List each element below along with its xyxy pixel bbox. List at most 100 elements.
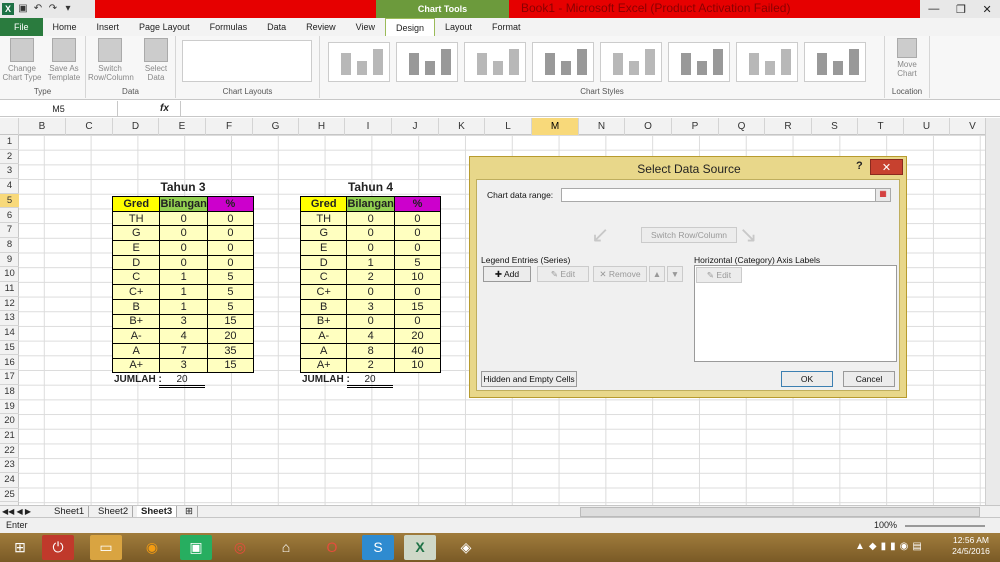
tab-data[interactable]: Data xyxy=(257,18,296,36)
table3-cell[interactable]: 15 xyxy=(206,357,255,374)
name-box[interactable]: M5 xyxy=(0,101,118,117)
tab-review[interactable]: Review xyxy=(296,18,346,36)
column-header-u[interactable]: U xyxy=(904,118,950,135)
column-header-i[interactable]: I xyxy=(345,118,392,135)
table4-cell[interactable]: D xyxy=(299,254,348,271)
chart-style-1[interactable] xyxy=(328,42,390,82)
table3-cell[interactable]: 1 xyxy=(159,284,208,300)
column-header-m[interactable]: M xyxy=(532,118,579,135)
switch-row-column-dialog-button[interactable]: Switch Row/Column xyxy=(641,227,737,243)
table3-cell[interactable]: B+ xyxy=(111,313,161,330)
tab-layout[interactable]: Layout xyxy=(435,18,482,36)
row-header-22[interactable]: 22 xyxy=(0,444,19,459)
table4-cell[interactable]: 8 xyxy=(346,342,395,359)
skype-icon[interactable]: S xyxy=(362,535,394,560)
system-tray-icons[interactable]: ▲◆▮▮◉▤ xyxy=(855,541,926,552)
column-header-b[interactable]: B xyxy=(19,118,66,135)
table3-cell[interactable]: A xyxy=(111,342,161,359)
column-header-e[interactable]: E xyxy=(159,118,206,135)
table4-cell[interactable]: 0 xyxy=(393,210,442,227)
chart-style-2[interactable] xyxy=(396,42,458,82)
add-series-button[interactable]: ✚ Add xyxy=(483,266,531,282)
row-header-11[interactable]: 11 xyxy=(0,282,19,297)
column-header-p[interactable]: P xyxy=(672,118,719,135)
redo-icon[interactable]: ↷ xyxy=(47,3,59,15)
cancel-button[interactable]: Cancel xyxy=(843,371,895,387)
row-header-24[interactable]: 24 xyxy=(0,473,19,488)
chart-style-5[interactable] xyxy=(600,42,662,82)
table4-cell[interactable]: 0 xyxy=(393,225,442,242)
table4-cell[interactable]: 10 xyxy=(393,357,442,374)
power-app-icon[interactable]: ⏻ xyxy=(42,535,74,560)
save-icon[interactable]: ▣ xyxy=(17,3,29,15)
column-header-f[interactable]: F xyxy=(206,118,253,135)
home-icon[interactable]: ⌂ xyxy=(270,535,302,560)
column-header-s[interactable]: S xyxy=(812,118,858,135)
hidden-empty-cells-button[interactable]: Hidden and Empty Cells xyxy=(481,371,577,387)
table3-total[interactable]: 20 xyxy=(159,374,205,388)
table3-cell[interactable]: B xyxy=(111,298,161,315)
table4-cell[interactable]: A+ xyxy=(299,357,348,374)
table4-cell[interactable]: 0 xyxy=(346,210,395,227)
table3-header-bilangan[interactable]: Bilangan xyxy=(159,196,208,212)
table4-cell[interactable]: 5 xyxy=(393,254,442,271)
row-header-5[interactable]: 5 xyxy=(0,193,19,209)
tab-formulas[interactable]: Formulas xyxy=(200,18,258,36)
table3-cell[interactable]: 15 xyxy=(206,313,255,330)
column-header-n[interactable]: N xyxy=(579,118,625,135)
chart-style-6[interactable] xyxy=(668,42,730,82)
column-header-c[interactable]: C xyxy=(66,118,113,135)
table3-cell[interactable]: 7 xyxy=(159,342,208,359)
close-window-icon[interactable]: ✕ xyxy=(982,3,991,16)
collapse-dialog-icon[interactable]: ▦ xyxy=(875,188,891,202)
row-header-19[interactable]: 19 xyxy=(0,400,19,415)
chart-style-4[interactable] xyxy=(532,42,594,82)
select-all-corner[interactable] xyxy=(0,118,19,135)
table4-cell[interactable]: 40 xyxy=(393,342,442,359)
row-header-2[interactable]: 2 xyxy=(0,150,19,165)
table3-cell[interactable]: 3 xyxy=(159,313,208,330)
column-header-t[interactable]: T xyxy=(858,118,904,135)
chart-layouts-gallery[interactable] xyxy=(182,40,312,82)
minimize-icon[interactable]: — xyxy=(928,3,939,15)
restore-icon[interactable]: ❐ xyxy=(956,3,966,16)
table4-cell[interactable]: 10 xyxy=(393,269,442,286)
table4-cell[interactable]: 20 xyxy=(393,328,442,344)
table3-cell[interactable]: TH xyxy=(111,210,161,227)
tab-page-layout[interactable]: Page Layout xyxy=(129,18,200,36)
formula-input[interactable] xyxy=(180,101,985,117)
firefox-icon[interactable]: ◉ xyxy=(136,535,168,560)
table4-cell[interactable]: 2 xyxy=(346,269,395,286)
table4-cell[interactable]: 0 xyxy=(346,225,395,242)
change-chart-type-button[interactable]: Change Chart Type xyxy=(2,38,42,82)
table3-cell[interactable]: 5 xyxy=(206,269,255,286)
chart-style-3[interactable] xyxy=(464,42,526,82)
table4-cell[interactable]: 0 xyxy=(393,240,442,256)
tab-insert[interactable]: Insert xyxy=(87,18,130,36)
row-header-1[interactable]: 1 xyxy=(0,135,19,150)
table4-cell[interactable]: TH xyxy=(299,210,348,227)
insert-function-icon[interactable]: fx xyxy=(160,101,180,117)
excel-taskbar-icon[interactable]: X xyxy=(404,535,436,560)
column-header-j[interactable]: J xyxy=(392,118,439,135)
store-icon[interactable]: ▣ xyxy=(180,535,212,560)
tab-view[interactable]: View xyxy=(346,18,385,36)
table4-total[interactable]: 20 xyxy=(347,374,393,388)
row-header-21[interactable]: 21 xyxy=(0,429,19,444)
column-header-q[interactable]: Q xyxy=(719,118,765,135)
table4-cell[interactable]: 3 xyxy=(346,298,395,315)
table3-cell[interactable]: 0 xyxy=(159,254,208,271)
undo-icon[interactable]: ↶ xyxy=(32,3,44,15)
row-header-15[interactable]: 15 xyxy=(0,341,19,356)
table3-cell[interactable]: 1 xyxy=(159,298,208,315)
table4-cell[interactable]: 0 xyxy=(346,313,395,330)
zoom-slider[interactable] xyxy=(905,525,985,527)
table4-cell[interactable]: 0 xyxy=(346,284,395,300)
table4-cell[interactable]: E xyxy=(299,240,348,256)
row-header-9[interactable]: 9 xyxy=(0,253,19,268)
horizontal-scrollbar[interactable] xyxy=(580,507,980,517)
move-chart-button[interactable]: Move Chart xyxy=(887,38,927,78)
table4-header-percent[interactable]: % xyxy=(393,196,442,212)
table3-header-percent[interactable]: % xyxy=(206,196,255,212)
table4-cell[interactable]: 15 xyxy=(393,298,442,315)
